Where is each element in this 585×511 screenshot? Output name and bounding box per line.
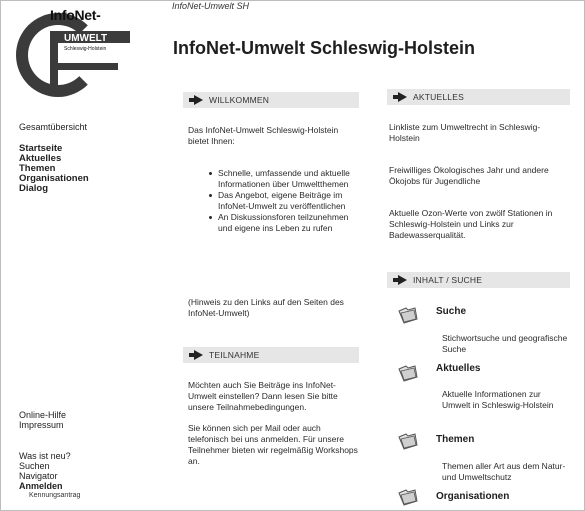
logo-text-umwelt: UMWELT bbox=[64, 33, 108, 44]
section-header-teilnahme: TEILNAHME bbox=[183, 347, 359, 363]
folder-icon bbox=[398, 364, 418, 382]
logo-text-infonet: InfoNet- bbox=[50, 7, 101, 23]
list-item: Schnelle, umfassende und aktuelle Inform… bbox=[209, 168, 358, 190]
list-item: An Diskussionsforen teilzunehmen und eig… bbox=[209, 212, 358, 234]
inhalt-desc-suche: Stichwortsuche und geografische Suche bbox=[442, 333, 568, 354]
list-item: Das Angebot, eigene Beiträge im InfoNet-… bbox=[209, 190, 358, 212]
arrow-right-icon bbox=[393, 275, 407, 285]
nav-link-anmelden[interactable]: Anmelden bbox=[19, 481, 80, 491]
section-title-inhalt-suche: INHALT / SUCHE bbox=[413, 275, 483, 285]
nav-link-navigator[interactable]: Navigator bbox=[19, 471, 80, 481]
nav-link-online-hilfe[interactable]: Online-Hilfe bbox=[19, 410, 66, 420]
inhalt-desc-themen: Themen aller Art aus dem Natur- und Umwe… bbox=[442, 461, 566, 482]
inhalt-link-themen[interactable]: Themen bbox=[436, 434, 474, 445]
page-title: InfoNet-Umwelt Schleswig-Holstein bbox=[173, 38, 476, 58]
folder-icon bbox=[398, 488, 418, 506]
teilnahme-text-1: Möchten auch Sie Beiträge ins InfoNet-Um… bbox=[188, 380, 338, 412]
inhalt-link-aktuelles[interactable]: Aktuelles bbox=[436, 363, 480, 374]
aktuelles-link-umweltrecht[interactable]: Linkliste zum Umweltrecht in Schleswig-H… bbox=[389, 122, 565, 144]
aktuelles-link-ozon[interactable]: Aktuelle Ozon-Werte von zwölf Stationen … bbox=[389, 208, 565, 241]
arrow-right-icon bbox=[189, 95, 203, 105]
logo-arc-shape bbox=[16, 13, 100, 97]
nav-link-dialog[interactable]: Dialog bbox=[19, 184, 89, 194]
section-title-teilnahme: TEILNAHME bbox=[209, 350, 260, 360]
nav-help: Online-Hilfe Impressum bbox=[19, 410, 66, 430]
willkommen-list: Schnelle, umfassende und aktuelle Inform… bbox=[202, 168, 358, 234]
nav-link-suchen[interactable]: Suchen bbox=[19, 461, 80, 471]
nav-link-impressum[interactable]: Impressum bbox=[19, 420, 66, 430]
logo-stem-shape bbox=[50, 31, 58, 95]
nav-link-overview[interactable]: Gesamtübersicht bbox=[19, 122, 87, 132]
nav-main: Startseite Aktuelles Themen Organisation… bbox=[19, 144, 89, 194]
arrow-right-icon bbox=[189, 350, 203, 360]
nav-overview: Gesamtübersicht bbox=[19, 122, 87, 132]
section-header-willkommen: WILLKOMMEN bbox=[183, 92, 359, 108]
inhalt-link-suche[interactable]: Suche bbox=[436, 306, 466, 317]
arrow-right-icon bbox=[393, 92, 407, 102]
nav-tools: Was ist neu? Suchen Navigator Anmelden K… bbox=[19, 451, 80, 500]
logo-text-region: Schleswig-Holstein bbox=[64, 46, 107, 52]
site-logo[interactable]: InfoNet- UMWELT Schleswig-Holstein bbox=[16, 5, 130, 97]
willkommen-link-note[interactable]: (Hinweis zu den Links auf den Seiten des… bbox=[188, 297, 360, 319]
section-title-aktuelles: AKTUELLES bbox=[413, 92, 464, 102]
inhalt-link-organisationen[interactable]: Organisationen bbox=[436, 491, 509, 502]
nav-link-kennungsantrag[interactable]: Kennungsantrag bbox=[19, 491, 80, 500]
nav-link-was-ist-neu[interactable]: Was ist neu? bbox=[19, 451, 80, 461]
site-kicker: InfoNet-Umwelt SH bbox=[172, 1, 250, 11]
aktuelles-link-oekojahr[interactable]: Freiwilliges Ökologisches Jahr und ander… bbox=[389, 165, 565, 187]
section-header-inhalt-suche: INHALT / SUCHE bbox=[387, 272, 570, 288]
logo-bar2-shape bbox=[58, 63, 118, 70]
folder-icon bbox=[398, 432, 418, 450]
folder-icon bbox=[398, 306, 418, 324]
teilnahme-text-2: Sie können sich per Mail oder auch telef… bbox=[188, 423, 358, 466]
section-header-aktuelles: AKTUELLES bbox=[387, 89, 570, 105]
inhalt-desc-aktuelles: Aktuelle Informationen zur Umwelt in Sch… bbox=[442, 389, 554, 410]
willkommen-intro: Das InfoNet-Umwelt Schleswig-Holstein bi… bbox=[188, 125, 339, 146]
section-title-willkommen: WILLKOMMEN bbox=[209, 95, 270, 105]
